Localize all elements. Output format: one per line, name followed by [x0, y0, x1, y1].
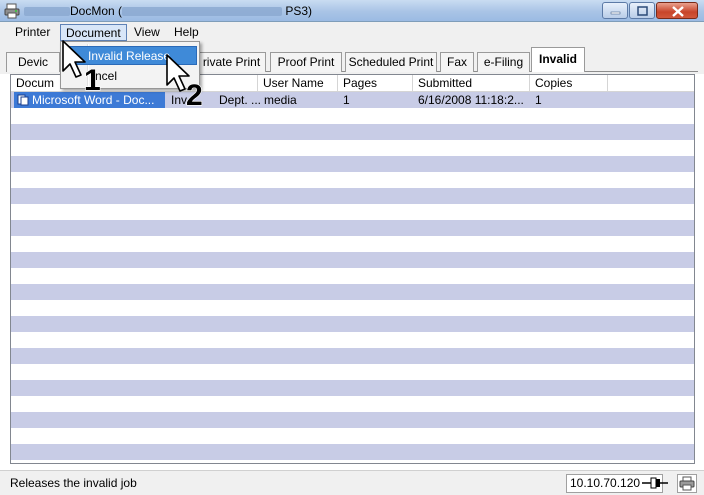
empty-row	[11, 236, 694, 252]
minimize-button[interactable]	[602, 2, 628, 19]
cell-department-tail: Dept. ...	[219, 93, 262, 107]
minimize-icon	[610, 11, 621, 15]
empty-row	[11, 156, 694, 172]
status-bar: Releases the invalid job 10.10.70.120	[0, 470, 704, 495]
column-copies[interactable]: Copies	[530, 75, 608, 92]
printer-icon	[679, 476, 695, 491]
tab-fax[interactable]: Fax	[440, 52, 474, 72]
empty-row	[11, 268, 694, 284]
step-2-cursor-icon: 2	[166, 54, 203, 110]
menu-printer[interactable]: Printer	[10, 24, 55, 41]
empty-row	[11, 444, 694, 460]
column-user-name[interactable]: User Name	[258, 75, 338, 92]
step-1-cursor-icon: 1	[62, 40, 101, 96]
title-app-name: DocMon (	[70, 4, 123, 18]
cell-copies: 1	[535, 93, 542, 107]
column-submitted[interactable]: Submitted	[413, 75, 530, 92]
cell-user-name: media	[264, 93, 297, 107]
tab-invalid[interactable]: Invalid	[531, 47, 585, 72]
cell-submitted: 6/16/2008 11:18:2...	[418, 93, 524, 107]
title-tail: PS3)	[282, 4, 313, 18]
tab-device[interactable]: Devic	[6, 52, 60, 72]
empty-row	[11, 124, 694, 140]
cell-pages: 1	[343, 93, 350, 107]
printer-app-icon	[4, 3, 20, 19]
empty-row	[11, 348, 694, 364]
menu-view[interactable]: View	[129, 24, 165, 41]
redacted-text	[24, 7, 70, 17]
empty-row	[11, 188, 694, 204]
empty-row	[11, 332, 694, 348]
close-icon	[672, 6, 684, 17]
status-message: Releases the invalid job	[10, 476, 137, 490]
empty-row	[11, 316, 694, 332]
empty-row	[11, 396, 694, 412]
maximize-button[interactable]	[629, 2, 655, 19]
empty-row	[11, 428, 694, 444]
empty-row	[11, 140, 694, 156]
empty-row	[11, 108, 694, 124]
window-title: DocMon ( PS3)	[24, 4, 312, 18]
job-list[interactable]: Docum User Name Pages Submitted Copies M…	[10, 74, 695, 464]
step-1-label: 1	[84, 64, 101, 96]
menu-bar: Printer Document View Help	[0, 22, 704, 42]
menu-help[interactable]: Help	[169, 24, 204, 41]
printer-status-button[interactable]	[677, 474, 697, 493]
tab-e-filing[interactable]: e-Filing	[477, 52, 530, 72]
maximize-icon	[637, 6, 648, 16]
empty-row	[11, 284, 694, 300]
empty-row	[11, 252, 694, 268]
empty-row	[11, 220, 694, 236]
tab-scheduled-print[interactable]: Scheduled Print	[345, 52, 437, 72]
empty-row	[11, 380, 694, 396]
redacted-text	[122, 7, 283, 17]
column-pages[interactable]: Pages	[338, 75, 413, 92]
step-2-label: 2	[186, 79, 203, 110]
document-icon	[17, 94, 29, 106]
empty-row	[11, 364, 694, 380]
connection-icon	[642, 477, 668, 489]
table-row[interactable]: Microsoft Word - Doc... Inv Dept. ... me…	[11, 92, 694, 108]
empty-row	[11, 172, 694, 188]
close-button[interactable]	[656, 2, 698, 19]
empty-row	[11, 412, 694, 428]
empty-row	[11, 204, 694, 220]
title-bar: DocMon ( PS3)	[0, 0, 704, 22]
tab-proof-print[interactable]: Proof Print	[270, 52, 342, 72]
empty-row	[11, 300, 694, 316]
window-controls	[601, 2, 698, 19]
